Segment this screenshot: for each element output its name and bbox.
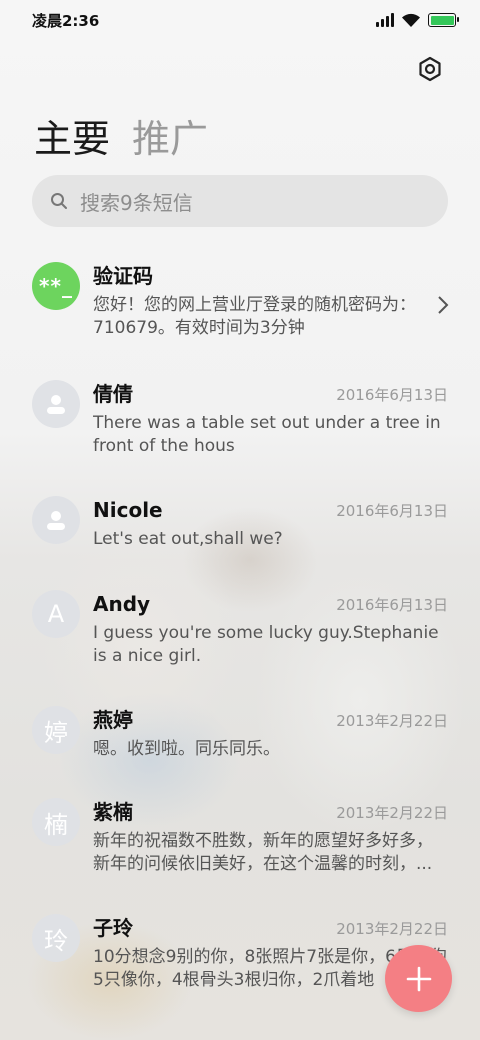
- chevron-right-icon: [438, 296, 449, 314]
- settings-button[interactable]: [414, 53, 446, 85]
- avatar: **_: [32, 262, 80, 310]
- tab-primary[interactable]: 主要: [34, 108, 110, 163]
- search-placeholder: 搜索9条短信: [80, 190, 193, 215]
- message-preview: Let's eat out,shall we?: [93, 529, 283, 549]
- plus-icon: [406, 966, 431, 991]
- wifi-icon: [402, 13, 420, 27]
- conversation-item[interactable]: 婷 燕婷 2013年2月22日 嗯。收到啦。同乐同乐。: [0, 706, 480, 776]
- contact-name: 紫楠: [93, 800, 133, 824]
- avatar: 玲: [32, 914, 80, 962]
- contact-name: 子玲: [93, 916, 133, 940]
- message-date: 2013年2月22日: [336, 804, 448, 822]
- settings-hexagon-icon: [419, 56, 441, 82]
- new-message-button[interactable]: [385, 945, 452, 1012]
- avatar: A: [32, 590, 80, 638]
- person-icon: [47, 395, 65, 414]
- conversation-item[interactable]: **_ 验证码 您好！您的网上营业厅登录的随机密码为：710679。有效时间为3…: [0, 262, 480, 352]
- battery-level: [430, 15, 454, 25]
- contact-name: 验证码: [93, 264, 153, 288]
- avatar: [32, 496, 80, 544]
- message-preview: 嗯。收到啦。同乐同乐。: [93, 739, 280, 759]
- message-date: 2016年6月13日: [336, 386, 448, 404]
- status-bar: 凌晨2:36: [0, 0, 480, 40]
- message-preview: 您好！您的网上营业厅登录的随机密码为：710679。有效时间为3分钟: [93, 295, 416, 338]
- avatar: 婷: [32, 706, 80, 754]
- avatar: [32, 380, 80, 428]
- message-preview: There was a table set out under a tree i…: [93, 413, 441, 456]
- conversation-item[interactable]: 倩倩 2016年6月13日 There was a table set out …: [0, 380, 480, 470]
- battery-icon: [428, 13, 459, 27]
- tab-promotions[interactable]: 推广: [132, 108, 208, 163]
- conversation-item[interactable]: A Andy 2016年6月13日 I guess you're some lu…: [0, 590, 480, 680]
- message-date: 2013年2月22日: [336, 712, 448, 730]
- person-icon: [47, 511, 65, 530]
- message-preview: 新年的祝福数不胜数，新年的愿望好多好多，新年的问候依旧美好，在这个温馨的时刻，.…: [93, 831, 433, 874]
- tab-bar: 主要 推广: [34, 108, 208, 163]
- message-preview: I guess you're some lucky guy.Stephanie …: [93, 623, 439, 666]
- conversation-item[interactable]: Nicole 2016年6月13日 Let's eat out,shall we…: [0, 496, 480, 566]
- avatar: 楠: [32, 798, 80, 846]
- search-input[interactable]: 搜索9条短信: [32, 175, 448, 227]
- search-icon: [51, 193, 67, 209]
- contact-name: 倩倩: [93, 382, 133, 406]
- contact-name: Andy: [93, 592, 151, 616]
- status-time: 凌晨2:36: [32, 11, 100, 30]
- message-date: 2013年2月22日: [336, 920, 448, 938]
- contact-name: 燕婷: [93, 708, 133, 732]
- conversation-item[interactable]: 楠 紫楠 2013年2月22日 新年的祝福数不胜数，新年的愿望好多好多，新年的问…: [0, 798, 480, 888]
- status-icons: [376, 13, 459, 28]
- signal-icon: [376, 13, 394, 27]
- contact-name: Nicole: [93, 498, 163, 522]
- message-date: 2016年6月13日: [336, 502, 448, 520]
- message-date: 2016年6月13日: [336, 596, 448, 614]
